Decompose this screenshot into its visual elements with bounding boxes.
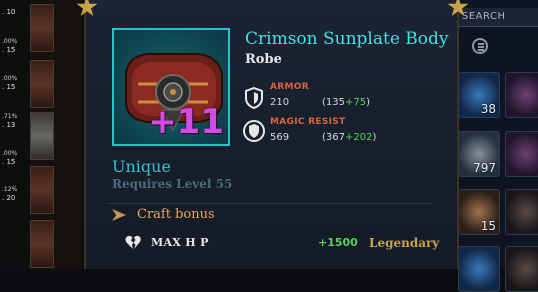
stat-row: .00% . 15 bbox=[2, 75, 18, 91]
inventory-slot[interactable] bbox=[505, 189, 538, 235]
stat-breakdown: (135+75) bbox=[322, 97, 371, 108]
item-type: Robe bbox=[245, 52, 282, 67]
enhancement-level: +11 bbox=[148, 102, 224, 142]
inventory-slot[interactable] bbox=[505, 246, 538, 292]
divider bbox=[108, 203, 433, 204]
stat-row: .00% . 15 bbox=[2, 150, 18, 166]
inventory-slot[interactable] bbox=[505, 131, 538, 177]
shield-icon bbox=[245, 87, 263, 109]
craft-bonus-value: +1500 bbox=[318, 236, 358, 249]
inventory-slot[interactable] bbox=[458, 246, 500, 292]
stat-row: .12% . 20 bbox=[2, 186, 18, 202]
craft-bonus-tier: Legendary bbox=[369, 236, 440, 250]
level-requirement: Requires Level 55 bbox=[112, 177, 233, 191]
item-thumbnail[interactable] bbox=[30, 4, 54, 52]
broken-heart-icon bbox=[125, 235, 141, 249]
item-icon-frame: +11 bbox=[112, 28, 230, 146]
inventory-slot[interactable]: 797 bbox=[458, 131, 500, 177]
stat-label: ARMOR bbox=[270, 82, 309, 92]
stat-row: . 10 bbox=[2, 8, 16, 16]
rarity-label: Unique bbox=[112, 157, 171, 176]
stat-row: .71% . 13 bbox=[2, 113, 18, 129]
search-input[interactable]: SEARCH bbox=[458, 8, 538, 27]
list-view-icon[interactable] bbox=[472, 38, 488, 54]
stat-label: MAGIC RESIST bbox=[270, 117, 346, 127]
item-thumbnail[interactable] bbox=[30, 220, 54, 268]
inventory-slot[interactable]: 38 bbox=[458, 72, 500, 118]
item-thumbnail[interactable] bbox=[30, 112, 54, 160]
craft-bonus-stat: MAX H P bbox=[151, 236, 209, 249]
item-name: Crimson Sunplate Body bbox=[245, 29, 449, 49]
stat-breakdown: (367+202) bbox=[322, 132, 377, 143]
stat-value: 210 bbox=[270, 97, 290, 108]
inventory-slot[interactable] bbox=[505, 72, 538, 118]
stat-row: .00% . 15 bbox=[2, 38, 18, 54]
craft-bonus-heading: Craft bonus bbox=[137, 207, 215, 222]
item-thumbnail[interactable] bbox=[30, 60, 54, 108]
item-thumbnail[interactable] bbox=[30, 166, 54, 214]
stat-value: 569 bbox=[270, 132, 290, 143]
inventory-slot[interactable]: 15 bbox=[458, 189, 500, 235]
stats-column: . 10 .00% . 15 .00% . 15 .71% . 13 .00% … bbox=[0, 0, 31, 269]
magic-shield-icon bbox=[243, 120, 265, 142]
